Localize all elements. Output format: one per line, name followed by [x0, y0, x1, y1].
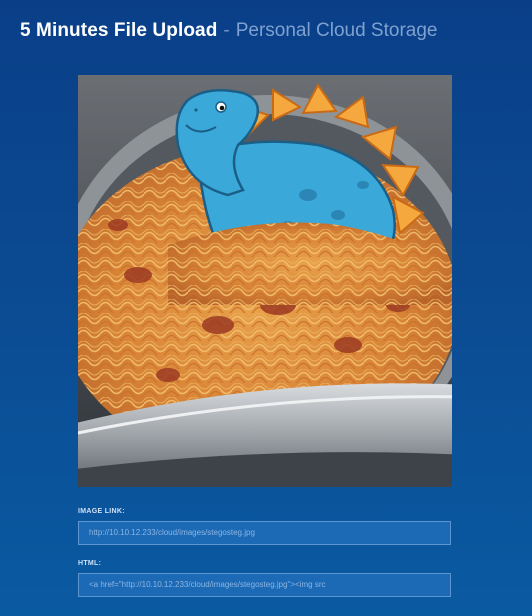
image-link-field[interactable]: http://10.10.12.233/cloud/images/stegost…: [78, 521, 451, 545]
html-code-field[interactable]: <a href="http://10.10.12.233/cloud/image…: [78, 573, 451, 597]
html-label: HTML:: [78, 560, 102, 567]
image-link-label: IMAGE LINK:: [78, 508, 125, 515]
page-header: 5 Minutes File Upload - Personal Cloud S…: [20, 20, 437, 48]
title-separator: -: [223, 20, 230, 41]
uploaded-image-illustration: [78, 75, 452, 487]
site-title[interactable]: 5 Minutes File Upload: [20, 20, 217, 42]
uploaded-image[interactable]: [78, 75, 452, 487]
site-subtitle: Personal Cloud Storage: [235, 20, 438, 41]
